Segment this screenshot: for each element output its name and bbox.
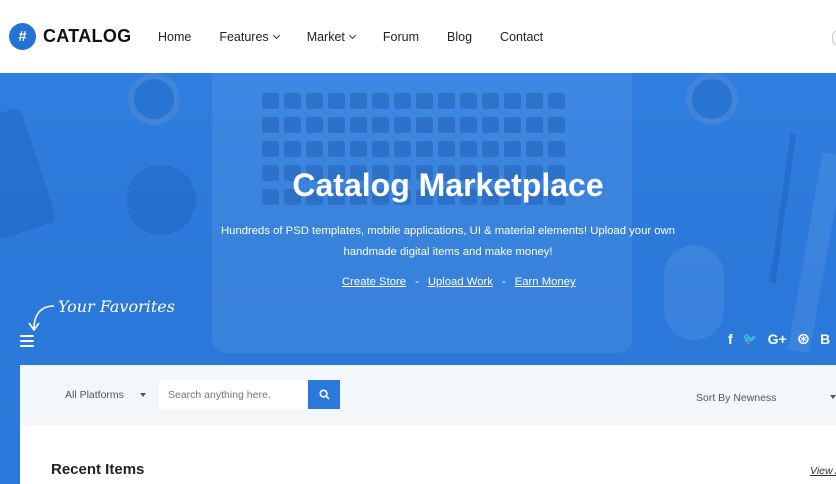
nav-item-blog[interactable]: Blog	[447, 30, 472, 44]
link-separator: -	[501, 276, 506, 288]
speaker-backdrop	[686, 73, 738, 125]
nav-item-forum[interactable]: Forum	[383, 30, 419, 44]
google-plus-icon[interactable]: G+	[768, 331, 787, 347]
nav-label: Blog	[447, 30, 473, 44]
chevron-down-icon	[272, 31, 280, 40]
brand-name: CATALOG	[43, 26, 132, 46]
nav-label: Market	[306, 30, 345, 44]
caret-down-icon[interactable]	[140, 393, 146, 397]
search-icon	[318, 389, 330, 400]
platform-select[interactable]: All Platforms	[65, 389, 124, 401]
hero-title: Catalog Marketplace	[292, 167, 604, 203]
nav-label: Forum	[382, 30, 420, 44]
site-header: # CATALOG Home Features Market Forum Blo…	[0, 0, 836, 73]
hero-subtitle-line: Hundreds of PSD templates, mobile applic…	[221, 225, 675, 237]
hero-subtitle-line: handmade digital items and make money!	[343, 246, 553, 258]
search-input[interactable]	[159, 380, 309, 409]
hero-subtitle: Hundreds of PSD templates, mobile applic…	[218, 221, 678, 263]
search-panel: All Platforms Sort By Newness Recent Ite…	[20, 365, 836, 484]
chevron-down-icon	[348, 31, 356, 40]
facebook-icon[interactable]: f	[728, 331, 733, 347]
nav-item-features[interactable]: Features	[219, 30, 280, 44]
nav-label: Home	[158, 30, 192, 44]
twitter-icon[interactable]: 🐦	[743, 332, 758, 346]
create-store-link[interactable]: Create Store	[342, 276, 406, 288]
hero-links: Create Store - Upload Work - Earn Money	[342, 276, 576, 288]
caret-down-icon[interactable]	[830, 395, 836, 399]
hamburger-menu-icon[interactable]	[20, 335, 34, 347]
behance-icon[interactable]: B	[820, 331, 830, 347]
brand-logo[interactable]: # CATALOG	[9, 23, 131, 50]
upload-work-link[interactable]: Upload Work	[428, 276, 493, 288]
nav-label: Features	[219, 30, 269, 44]
curved-arrow-icon	[28, 305, 55, 332]
hash-logo-icon: #	[9, 23, 36, 50]
nav-item-market[interactable]: Market	[306, 30, 356, 44]
link-separator: -	[415, 276, 419, 288]
main-nav: Home Features Market Forum Blog Contact	[158, 30, 571, 44]
hero-edge-strip	[0, 414, 20, 484]
speaker-backdrop	[128, 73, 180, 125]
search-button[interactable]	[308, 380, 340, 409]
section-title: Recent Items	[51, 461, 145, 478]
view-all-link[interactable]: View All	[810, 465, 836, 477]
nav-item-contact[interactable]: Contact	[500, 30, 543, 44]
sort-select[interactable]: Sort By Newness	[696, 392, 777, 404]
header-toggle[interactable]	[832, 30, 836, 46]
favorites-label: Your Favorites	[58, 297, 175, 316]
dribbble-icon[interactable]: ⊛	[797, 329, 810, 349]
filter-bar: All Platforms Sort By Newness	[20, 365, 836, 425]
pen-backdrop	[769, 133, 797, 283]
nav-label: Contact	[500, 30, 544, 44]
social-links: f 🐦 G+ ⊛ B	[728, 329, 836, 349]
nav-item-home[interactable]: Home	[158, 30, 191, 44]
earn-money-link[interactable]: Earn Money	[515, 276, 576, 288]
